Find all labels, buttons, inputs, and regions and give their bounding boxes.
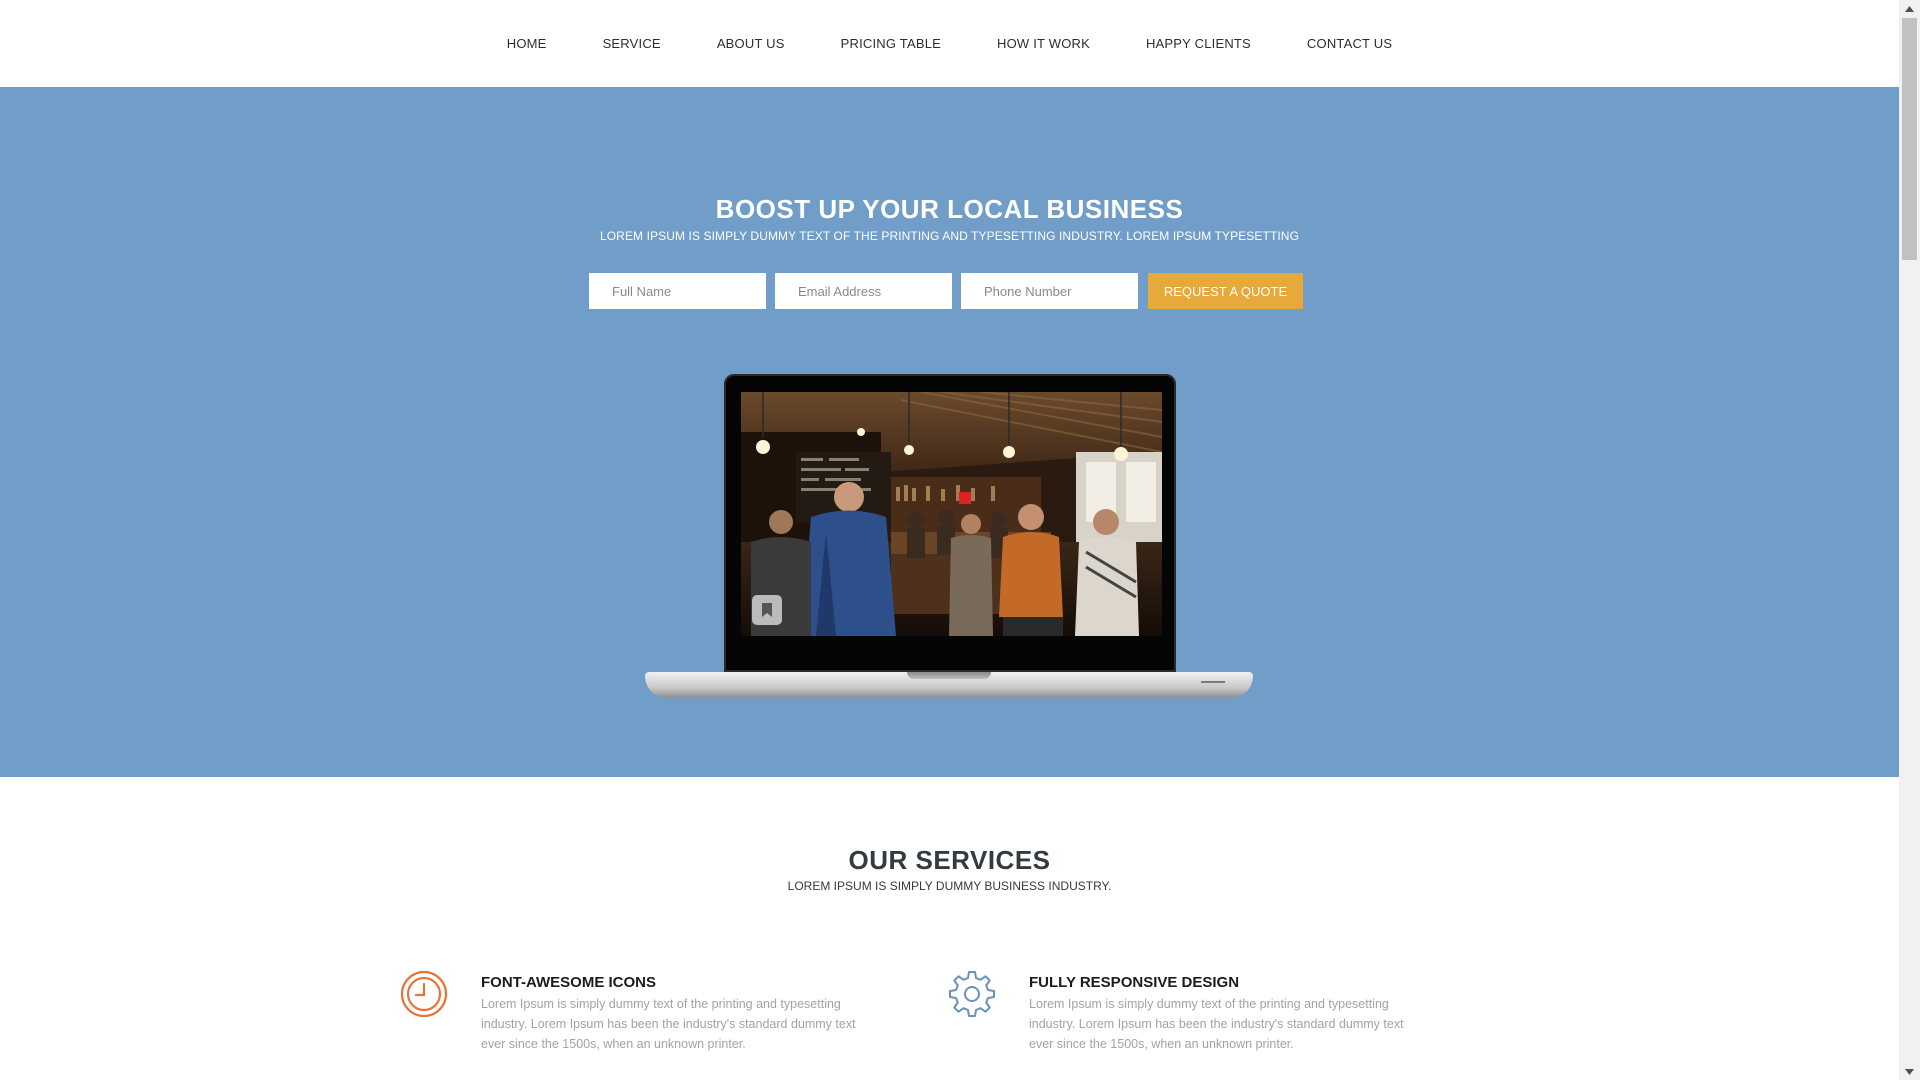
hero-title: BOOST UP YOUR LOCAL BUSINESS xyxy=(715,194,1184,224)
nav-happy-clients[interactable]: HAPPY CLIENTS xyxy=(1118,36,1279,51)
full-name-input[interactable] xyxy=(589,273,766,309)
service-item: FONT-AWESOME ICONS Lorem Ipsum is simply… xyxy=(400,970,880,1070)
nav-pricing-table[interactable]: PRICING TABLE xyxy=(813,36,969,51)
quote-form: REQUEST A QUOTE xyxy=(589,273,1303,309)
vertical-scrollbar[interactable] xyxy=(1899,0,1920,1080)
gear-icon xyxy=(949,971,995,1017)
nav-home[interactable]: HOME xyxy=(479,36,575,51)
arrow-up-icon xyxy=(1905,5,1914,12)
email-address-input[interactable] xyxy=(775,273,952,309)
bar-interior-photo xyxy=(741,392,1162,636)
laptop-notch xyxy=(907,672,991,679)
bookmark-icon xyxy=(762,603,772,617)
services-subtitle: LOREM IPSUM IS SIMPLY DUMMY BUSINESS IND… xyxy=(787,879,1112,893)
laptop-mockup xyxy=(645,374,1253,710)
services-title: OUR SERVICES xyxy=(848,845,1051,875)
scroll-down-button[interactable] xyxy=(1899,1063,1920,1080)
hero-subtitle: LOREM IPSUM IS SIMPLY DUMMY TEXT OF THE … xyxy=(599,229,1300,243)
top-navigation: HOME SERVICE ABOUT US PRICING TABLE HOW … xyxy=(0,0,1899,87)
service-title: FULLY RESPONSIVE DESIGN xyxy=(1029,974,1240,991)
nav-service[interactable]: SERVICE xyxy=(575,36,689,51)
landing-page: HOME SERVICE ABOUT US PRICING TABLE HOW … xyxy=(0,0,1920,1080)
scrollbar-thumb[interactable] xyxy=(1902,18,1917,260)
page-content: HOME SERVICE ABOUT US PRICING TABLE HOW … xyxy=(0,0,1899,1080)
laptop-lid xyxy=(724,374,1176,672)
nav-about-us[interactable]: ABOUT US xyxy=(689,36,813,51)
request-quote-button[interactable]: REQUEST A QUOTE xyxy=(1148,273,1303,309)
service-item: FULLY RESPONSIVE DESIGN Lorem Ipsum is s… xyxy=(948,970,1428,1070)
video-screen[interactable] xyxy=(741,392,1162,636)
bookmark-button[interactable] xyxy=(752,595,782,625)
service-title: FONT-AWESOME ICONS xyxy=(481,974,657,991)
clock-icon xyxy=(400,970,448,1018)
laptop-slot xyxy=(1201,681,1225,683)
phone-number-input[interactable] xyxy=(961,273,1138,309)
hero-section: BOOST UP YOUR LOCAL BUSINESS LOREM IPSUM… xyxy=(0,87,1899,777)
nav-how-it-work[interactable]: HOW IT WORK xyxy=(969,36,1118,51)
nav-contact-us[interactable]: CONTACT US xyxy=(1279,36,1420,51)
service-description: Lorem Ipsum is simply dummy text of the … xyxy=(481,997,856,1051)
scroll-up-button[interactable] xyxy=(1899,0,1920,17)
arrow-down-icon xyxy=(1905,1068,1914,1075)
service-description: Lorem Ipsum is simply dummy text of the … xyxy=(1029,997,1404,1051)
